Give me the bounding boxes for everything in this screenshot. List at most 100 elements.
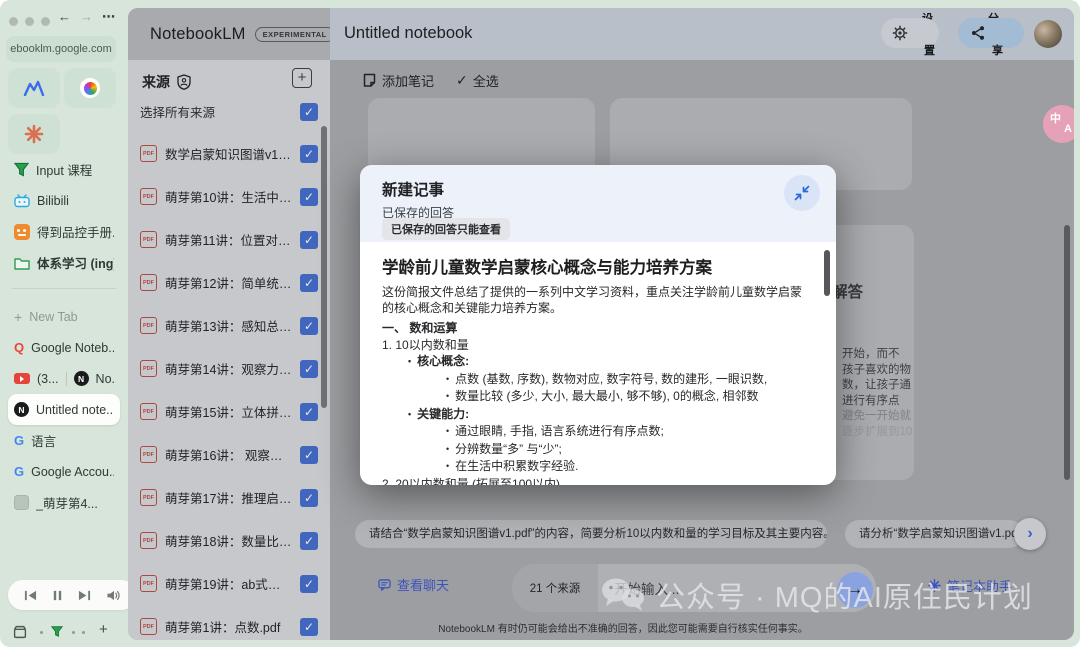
next-suggestions-button[interactable]: › — [1014, 518, 1046, 550]
pinned-tab-claude[interactable] — [8, 114, 60, 154]
window-zoom-icon[interactable] — [41, 17, 50, 26]
source-row[interactable]: 萌芽第10讲：生活中的... — [128, 175, 330, 218]
document-line: 核心概念: — [408, 353, 810, 371]
tab-google-notebooklm[interactable]: Q Google Noteb... — [8, 332, 120, 363]
source-checkbox[interactable] — [300, 317, 318, 335]
add-note-label: 添加笔记 — [382, 71, 434, 90]
tab-google-account[interactable]: G Google Accou... — [8, 456, 120, 487]
previous-track-icon[interactable] — [24, 589, 37, 602]
pdf-icon — [140, 145, 157, 162]
source-checkbox[interactable] — [300, 231, 318, 249]
new-space-plus-icon[interactable]: + — [99, 621, 108, 638]
source-row[interactable]: 数学启蒙知识图谱v1.pdf — [128, 132, 330, 175]
source-checkbox[interactable] — [300, 575, 318, 593]
collapse-icon — [793, 184, 811, 202]
pinned-tab-pinwheel[interactable] — [64, 68, 116, 108]
source-checkbox[interactable] — [300, 360, 318, 378]
space-dot[interactable] — [72, 631, 75, 634]
source-checkbox[interactable] — [300, 188, 318, 206]
tab-language[interactable]: G 语言 — [8, 425, 120, 456]
suggestion-chip[interactable]: 请分析“数学启蒙知识图谱v1.pdf”中 — [845, 520, 1023, 548]
sources-scrollbar[interactable] — [321, 126, 327, 408]
sidebar-item-input-course[interactable]: Input 课程 — [8, 154, 120, 185]
active-space-funnel-icon[interactable] — [51, 626, 63, 637]
space-dot[interactable] — [40, 631, 43, 634]
source-row[interactable]: 萌芽第12讲：简单统计.... — [128, 261, 330, 304]
notebook-assistant-label: 笔记本助手 — [947, 576, 1012, 595]
browser-sidebar: ← → ⋯ ebooklm.google.com Input 课程 — [0, 0, 128, 647]
google-icon: G — [14, 464, 24, 479]
tab-untitled-notebook-active[interactable]: N Untitled note... — [8, 394, 120, 425]
add-source-button[interactable]: + — [292, 68, 312, 88]
next-track-icon[interactable] — [78, 589, 91, 602]
source-row[interactable]: 萌芽第13讲：感知总体... — [128, 304, 330, 347]
source-checkbox[interactable] — [300, 618, 318, 636]
suggestion-chip[interactable]: 请结合“数学启蒙知识图谱v1.pdf”的内容，简要分析10以内数和量的学习目标及… — [355, 520, 827, 548]
source-row[interactable]: 萌芽第18讲：数量比较.... — [128, 519, 330, 562]
sources-title: 来源 — [142, 72, 170, 92]
window-close-icon[interactable] — [9, 17, 18, 26]
tab-split-youtube-notebook[interactable]: (3... N No... — [8, 363, 120, 394]
claude-starburst-icon — [24, 124, 44, 144]
select-all-checkbox[interactable] — [300, 103, 318, 121]
library-box-icon[interactable] — [13, 625, 27, 639]
chat-input[interactable] — [612, 564, 796, 612]
space-dot[interactable] — [82, 631, 85, 634]
youtube-icon — [14, 373, 30, 384]
translate-icon-letter: A — [1064, 123, 1072, 135]
sidebar-item-label: Input 课程 — [36, 160, 114, 179]
share-button[interactable] — [958, 18, 1024, 48]
collapse-button[interactable] — [784, 175, 820, 211]
source-checkbox[interactable] — [300, 145, 318, 163]
forward-icon[interactable]: → — [80, 9, 93, 24]
pause-icon[interactable] — [52, 589, 63, 602]
tab-mengya[interactable]: _萌芽第4... — [8, 487, 120, 518]
source-row[interactable]: 萌芽第1讲：点数.pdf — [128, 605, 330, 640]
sidebar-item-dedao[interactable]: 得到品控手册... — [8, 216, 120, 247]
source-checkbox[interactable] — [300, 274, 318, 292]
source-row[interactable]: 萌芽第16讲： 观察力训... — [128, 433, 330, 476]
document-line: 数量比较 (多少, 大小, 最大最小, 够不够), 0的概念, 相邻数 — [446, 388, 810, 406]
sidebar-item-bilibili[interactable]: Bilibili — [8, 185, 120, 216]
translate-button[interactable]: 中 A — [1043, 105, 1074, 143]
more-menu-icon[interactable]: ⋯ — [102, 9, 115, 25]
select-all-notes-button[interactable]: ✓ 全选 — [456, 71, 499, 90]
modal-scrollbar[interactable] — [824, 250, 830, 296]
source-count-badge[interactable]: 21 个来源 — [512, 564, 598, 612]
notebook-assistant-button[interactable]: 笔记本助手 — [928, 576, 1012, 595]
sidebar-item-study-folder[interactable]: 体系学习 (ing) — [8, 247, 120, 278]
modal-title: 新建记事 — [382, 178, 814, 200]
source-checkbox[interactable] — [300, 446, 318, 464]
document-intro: 这份简报文件总结了提供的一系列中文学习资料，重点关注学龄前儿童数学启蒙的核心概念… — [382, 284, 810, 316]
view-only-chip: 已保存的回答只能查看 — [382, 218, 510, 240]
split-divider — [66, 372, 67, 386]
window-minimize-icon[interactable] — [25, 17, 34, 26]
pinned-tab-mountain[interactable] — [8, 68, 60, 108]
shield-person-icon — [177, 74, 191, 90]
notebook-title[interactable]: Untitled notebook — [344, 24, 472, 43]
tab-label: Untitled note... — [36, 403, 114, 417]
document-line: 关键能力: — [408, 406, 810, 424]
tab-label: Google Accou... — [31, 465, 114, 479]
source-checkbox[interactable] — [300, 489, 318, 507]
back-icon[interactable]: ← — [58, 9, 71, 24]
view-chat-button[interactable]: 查看聊天 — [378, 575, 449, 594]
source-row[interactable]: 萌芽第17讲：推理启蒙.... — [128, 476, 330, 519]
volume-icon[interactable] — [106, 589, 121, 602]
pdf-icon — [140, 618, 157, 635]
send-button[interactable]: → — [837, 572, 873, 608]
source-row[interactable]: 萌芽第19讲：ab式推理... — [128, 562, 330, 605]
new-tab-button[interactable]: + New Tab — [8, 301, 120, 332]
folder-icon — [14, 256, 30, 270]
window-controls[interactable] — [9, 13, 57, 31]
source-row[interactable]: 萌芽第14讲：观察力-... — [128, 347, 330, 390]
source-row[interactable]: 萌芽第15讲：立体拼插.... — [128, 390, 330, 433]
add-note-button[interactable]: 添加笔记 — [362, 71, 434, 90]
source-checkbox[interactable] — [300, 532, 318, 550]
select-all-sources-label: 选择所有来源 — [140, 102, 215, 121]
source-row[interactable]: 萌芽第11讲：位置对应.... — [128, 218, 330, 261]
address-bar[interactable]: ebooklm.google.com — [6, 36, 116, 62]
page-scrollbar[interactable] — [1064, 225, 1070, 480]
avatar[interactable] — [1034, 20, 1062, 48]
source-checkbox[interactable] — [300, 403, 318, 421]
